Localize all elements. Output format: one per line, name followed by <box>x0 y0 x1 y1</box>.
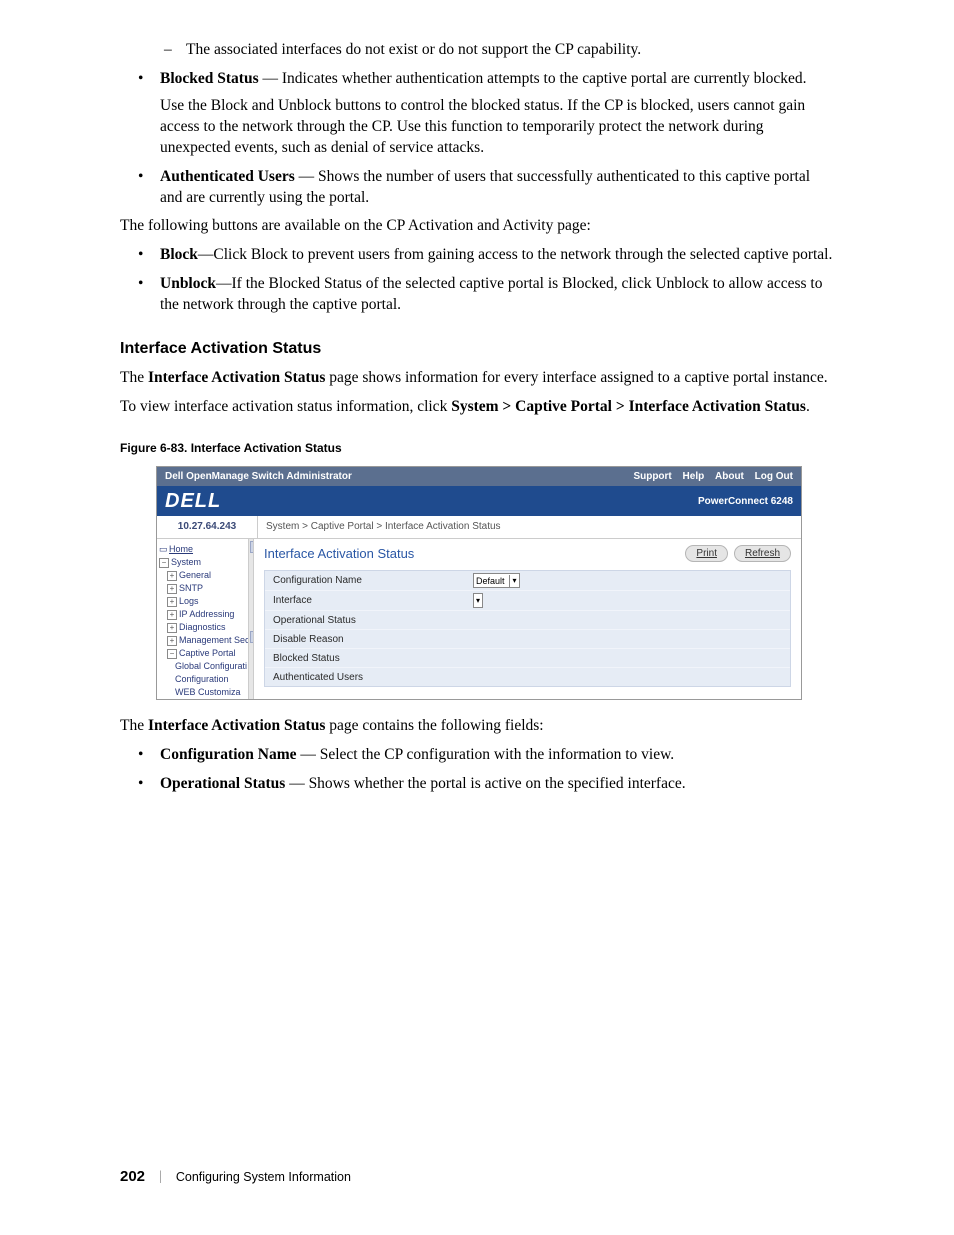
blocked-status-label: Blocked Status <box>160 70 259 87</box>
post-fig-b: Interface Activation Status <box>148 717 325 734</box>
headbar-title: Dell OpenManage Switch Administrator <box>165 470 352 484</box>
chevron-down-icon: ▾ <box>509 575 517 587</box>
op-status-label: Operational Status <box>160 775 285 792</box>
ias-p1a: The <box>120 369 148 386</box>
buttons-intro: The following buttons are available on t… <box>120 216 834 237</box>
ui-brandbar: DELL PowerConnect 6248 <box>157 486 801 516</box>
bullet-config-name: Configuration Name — Select the CP confi… <box>160 745 834 766</box>
row-op-status: Operational Status <box>265 611 790 630</box>
tree-logs[interactable]: Logs <box>179 596 199 606</box>
label-blocked-status: Blocked Status <box>273 652 473 666</box>
bullet-unblock: Unblock—If the Blocked Status of the sel… <box>160 274 834 316</box>
tree-general[interactable]: General <box>179 570 211 580</box>
bullet-auth-users: Authenticated Users — Shows the number o… <box>160 167 834 209</box>
plus-icon[interactable]: + <box>167 571 177 581</box>
plus-icon[interactable]: + <box>167 636 177 646</box>
link-about[interactable]: About <box>715 471 744 482</box>
row-config-name: Configuration Name Default ▾ <box>265 571 790 591</box>
auth-users-label: Authenticated Users <box>160 168 295 185</box>
blocked-status-text: — Indicates whether authentication attem… <box>259 70 807 87</box>
tree-diagnostics[interactable]: Diagnostics <box>179 622 226 632</box>
headbar-links: Support Help About Log Out <box>625 470 793 484</box>
link-support[interactable]: Support <box>633 471 671 482</box>
ui-body: ▭Home −System +General +SNTP +Logs +IP A… <box>157 539 801 700</box>
tree-mgmt-security[interactable]: Management Securi <box>179 635 254 645</box>
link-logout[interactable]: Log Out <box>755 471 793 482</box>
ias-p1: The Interface Activation Status page sho… <box>120 368 834 389</box>
post-fig-c: page contains the following fields: <box>325 717 543 734</box>
dell-logo: DELL <box>165 488 221 515</box>
form-panel: Configuration Name Default ▾ Interface <box>264 570 791 687</box>
ias-p1b: Interface Activation Status <box>148 369 325 386</box>
nav-tree[interactable]: ▭Home −System +General +SNTP +Logs +IP A… <box>157 539 254 699</box>
label-interface: Interface <box>273 594 473 608</box>
row-blocked-status: Blocked Status <box>265 649 790 668</box>
page-title: Interface Activation Status <box>264 545 414 563</box>
post-fig-para: The Interface Activation Status page con… <box>120 716 834 737</box>
section-heading: Interface Activation Status <box>120 338 834 360</box>
label-disable-reason: Disable Reason <box>273 633 473 647</box>
label-config-name: Configuration Name <box>273 574 473 588</box>
row-disable-reason: Disable Reason <box>265 630 790 649</box>
ui-main: Interface Activation Status Print Refres… <box>254 539 801 700</box>
breadcrumb: System > Captive Portal > Interface Acti… <box>258 516 801 538</box>
body-text: The associated interfaces do not exist o… <box>120 40 834 795</box>
tree-ip-addressing[interactable]: IP Addressing <box>179 609 234 619</box>
tree-captive-portal[interactable]: Captive Portal <box>179 648 236 658</box>
book-icon: ▭ <box>159 543 169 556</box>
plus-icon[interactable]: + <box>167 610 177 620</box>
ias-p2b: System > Captive Portal > Interface Acti… <box>451 398 806 415</box>
plus-icon[interactable]: + <box>167 597 177 607</box>
plus-icon[interactable]: + <box>167 584 177 594</box>
tree-global-config[interactable]: Global Configurati <box>175 661 247 671</box>
bullet-block: Block—Click Block to prevent users from … <box>160 245 834 266</box>
minus-icon[interactable]: − <box>159 558 169 568</box>
select-config-name[interactable]: Default ▾ <box>473 573 520 588</box>
chevron-down-icon: ▾ <box>476 595 480 607</box>
section-title: Configuring System Information <box>176 1170 351 1184</box>
tree-sntp[interactable]: SNTP <box>179 583 203 593</box>
cfg-name-text: — Select the CP configuration with the i… <box>296 746 674 763</box>
sub-bullet: The associated interfaces do not exist o… <box>186 40 834 61</box>
bullet-blocked-status: Blocked Status — Indicates whether authe… <box>160 69 834 159</box>
select-value: Default <box>476 575 505 587</box>
tree-system[interactable]: System <box>171 557 201 567</box>
tree-web-customize[interactable]: WEB Customiza <box>175 687 241 697</box>
unblock-text: —If the Blocked Status of the selected c… <box>160 275 822 313</box>
page-number: 202 <box>120 1168 145 1185</box>
tree-configuration[interactable]: Configuration <box>175 674 229 684</box>
tree-home[interactable]: Home <box>169 544 193 554</box>
cfg-name-label: Configuration Name <box>160 746 296 763</box>
plus-icon[interactable]: + <box>167 623 177 633</box>
page-footer: 202 | Configuring System Information <box>120 1168 351 1185</box>
ui-headbar: Dell OpenManage Switch Administrator Sup… <box>157 467 801 487</box>
ui-screenshot: Dell OpenManage Switch Administrator Sup… <box>156 466 802 701</box>
block-text: —Click Block to prevent users from gaini… <box>198 246 832 263</box>
row-auth-users: Authenticated Users <box>265 668 790 686</box>
label-auth-users: Authenticated Users <box>273 671 473 685</box>
ip-label: 10.27.64.243 <box>157 516 258 538</box>
ias-p1c: page shows information for every interfa… <box>325 369 827 386</box>
footer-divider: | <box>159 1169 162 1185</box>
block-label: Block <box>160 246 198 263</box>
ias-p2c: . <box>806 398 810 415</box>
scrollbar[interactable] <box>248 539 254 699</box>
label-op-status: Operational Status <box>273 614 473 628</box>
minus-icon[interactable]: − <box>167 649 177 659</box>
link-help[interactable]: Help <box>683 471 705 482</box>
figure-caption: Figure 6-83. Interface Activation Status <box>120 440 834 456</box>
bullet-op-status: Operational Status — Shows whether the p… <box>160 774 834 795</box>
blocked-status-extra: Use the Block and Unblock buttons to con… <box>160 96 834 159</box>
ui-crumbs: 10.27.64.243 System > Captive Portal > I… <box>157 516 801 539</box>
ias-p2a: To view interface activation status info… <box>120 398 451 415</box>
ias-p2: To view interface activation status info… <box>120 397 834 418</box>
refresh-button[interactable]: Refresh <box>734 545 791 563</box>
unblock-label: Unblock <box>160 275 216 292</box>
row-interface: Interface ▾ <box>265 591 790 611</box>
model-label: PowerConnect 6248 <box>698 495 793 509</box>
print-button[interactable]: Print <box>685 545 728 563</box>
post-fig-a: The <box>120 717 148 734</box>
select-interface[interactable]: ▾ <box>473 593 483 608</box>
op-status-text: — Shows whether the portal is active on … <box>285 775 685 792</box>
